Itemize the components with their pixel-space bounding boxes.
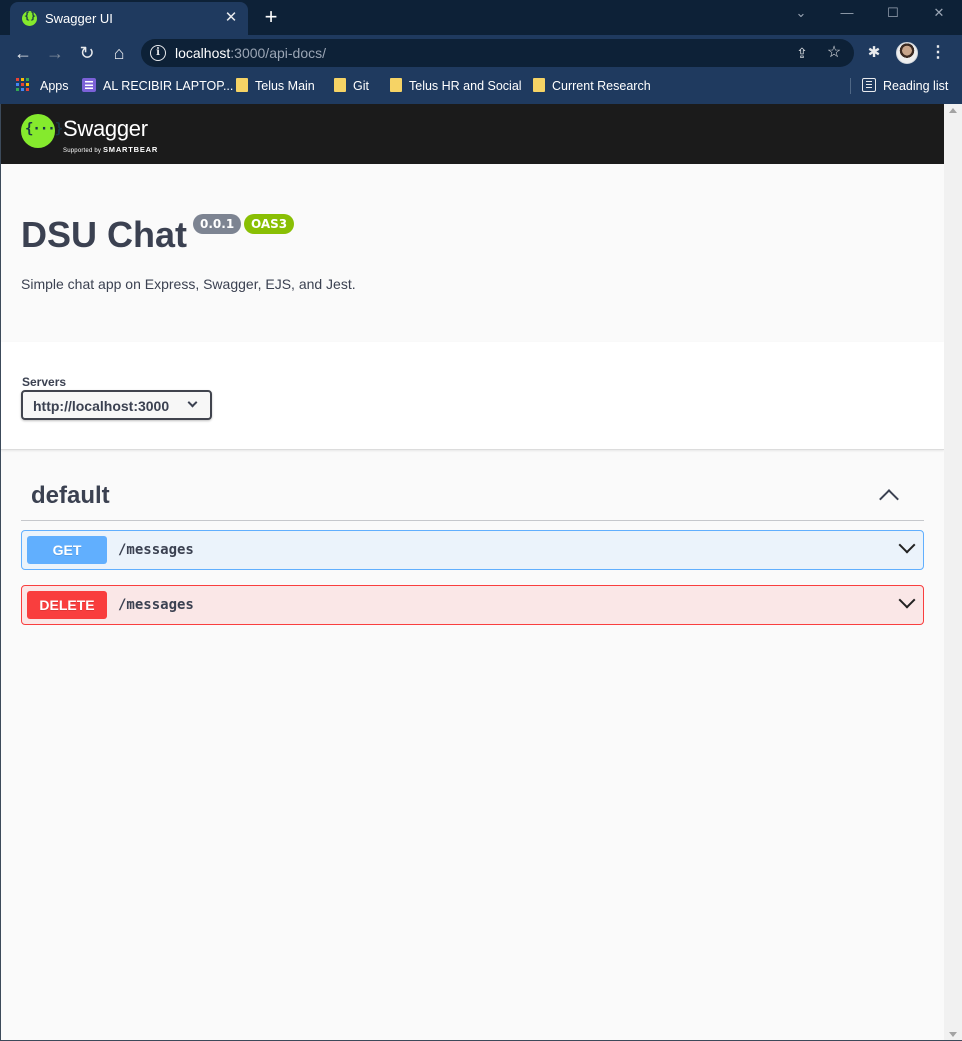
vertical-scrollbar[interactable] (944, 104, 962, 1041)
bookmark-label: Telus Main (255, 79, 315, 93)
servers-section: Servers http://localhost:3000 (1, 342, 944, 450)
chevron-down-icon (187, 397, 198, 408)
scroll-up-arrow-icon[interactable] (949, 108, 957, 113)
api-description: Simple chat app on Express, Swagger, EJS… (21, 276, 356, 292)
supported-by-text: Supported by (63, 148, 102, 154)
apps-icon (16, 78, 30, 92)
chevron-down-icon[interactable] (898, 591, 916, 609)
method-badge-delete: DELETE (27, 591, 107, 619)
oas-badge: OAS3 (244, 214, 295, 234)
chevron-down-icon[interactable] (898, 536, 916, 554)
api-info: DSU Chat 0.0.1 OAS3 Simple chat app on E… (1, 164, 944, 342)
share-icon[interactable]: ⇪ (792, 43, 812, 63)
browser-toolbar: ← → ↻ ⌂ i localhost:3000/api-docs/ ⇪ ☆ ✱… (0, 35, 962, 71)
address-bar[interactable]: i localhost:3000/api-docs/ ⇪ ☆ (141, 39, 854, 67)
bookmark-al-recibir[interactable]: AL RECIBIR LAPTOP... (82, 77, 233, 95)
api-title: DSU Chat (21, 214, 188, 255)
bookmark-apps[interactable]: Apps (16, 77, 69, 95)
bookmarks-bar: Apps AL RECIBIR LAPTOP... Telus Main Git… (0, 71, 962, 101)
reading-list-button[interactable]: Reading list (862, 77, 948, 95)
home-icon[interactable]: ⌂ (105, 39, 133, 67)
folder-icon (334, 78, 346, 93)
chevron-up-icon[interactable] (879, 489, 899, 509)
new-tab-button[interactable]: + (260, 5, 282, 29)
servers-label: Servers (22, 375, 67, 389)
profile-avatar[interactable] (896, 42, 918, 64)
bookmark-current-research[interactable]: Current Research (533, 77, 651, 95)
bookmark-label: Current Research (552, 79, 651, 93)
browser-tab[interactable]: Swagger UI ✕ (10, 2, 248, 35)
extensions-puzzle-icon[interactable]: ✱ (864, 43, 884, 63)
bookmark-label: AL RECIBIR LAPTOP... (103, 79, 234, 93)
bookmark-star-icon[interactable]: ☆ (824, 43, 844, 63)
scroll-down-arrow-icon[interactable] (949, 1032, 957, 1037)
operation-delete-messages[interactable]: DELETE /messages (21, 585, 924, 625)
bookmark-telus-main[interactable]: Telus Main (236, 77, 315, 95)
servers-selected-value: http://localhost:3000 (33, 398, 170, 414)
servers-select[interactable]: http://localhost:3000 (21, 390, 212, 420)
maximize-icon[interactable]: ☐ (870, 0, 916, 28)
url-text[interactable]: localhost:3000/api-docs/ (175, 45, 326, 61)
operation-path: /messages (118, 597, 194, 613)
browser-menu-icon[interactable]: ⋮ (928, 43, 948, 63)
back-arrow-icon[interactable]: ← (9, 39, 37, 67)
folder-icon (390, 78, 402, 93)
folder-icon (533, 78, 545, 93)
logo-glyph: {···} (25, 121, 63, 137)
browser-chrome: Swagger UI ✕ + ⌄ — ☐ ✕ ← → ↻ ⌂ i localho… (0, 0, 962, 104)
bookmark-label: Git (353, 79, 369, 93)
swagger-brand[interactable]: Swagger (63, 116, 148, 142)
bookmark-label: Apps (40, 79, 69, 93)
list-icon (82, 78, 96, 93)
tab-search-icon[interactable]: ⌄ (778, 0, 824, 28)
bookmark-telus-hr[interactable]: Telus HR and Social (390, 77, 522, 95)
smartbear-text: SMARTBEAR (102, 145, 159, 154)
swagger-supported-by: Supported by SMARTBEAR (63, 145, 158, 154)
tab-close-icon[interactable]: ✕ (222, 8, 240, 28)
tab-title: Swagger UI (45, 11, 113, 26)
folder-icon (236, 78, 248, 93)
tag-section-default: default GET /messages DELETE /messages (21, 473, 924, 625)
operation-get-messages[interactable]: GET /messages (21, 530, 924, 570)
reload-icon[interactable]: ↻ (73, 39, 101, 67)
page-viewport: {···} Swagger Supported by SMARTBEAR DSU… (1, 104, 944, 1040)
version-badge: 0.0.1 (193, 214, 242, 234)
reading-list-icon (862, 78, 876, 93)
swagger-favicon-icon (22, 11, 37, 26)
forward-arrow-icon[interactable]: → (41, 39, 69, 67)
swagger-topbar: {···} Swagger Supported by SMARTBEAR (1, 104, 944, 164)
url-path: :3000/api-docs/ (230, 45, 326, 61)
operation-path: /messages (118, 542, 194, 558)
minimize-icon[interactable]: — (824, 0, 870, 28)
reading-list-label: Reading list (883, 79, 949, 93)
tag-name: default (31, 482, 110, 509)
window-close-icon[interactable]: ✕ (916, 0, 962, 28)
bookmark-git[interactable]: Git (334, 77, 369, 95)
bookmark-label: Telus HR and Social (409, 79, 522, 93)
method-badge-get: GET (27, 536, 107, 564)
bookmarks-divider (850, 78, 851, 94)
tag-header[interactable]: default (21, 473, 924, 521)
swagger-logo-icon[interactable]: {···} (21, 114, 63, 148)
site-info-icon[interactable]: i (150, 45, 166, 61)
tab-strip: Swagger UI ✕ + ⌄ — ☐ ✕ (0, 0, 962, 35)
url-host: localhost (175, 45, 231, 61)
